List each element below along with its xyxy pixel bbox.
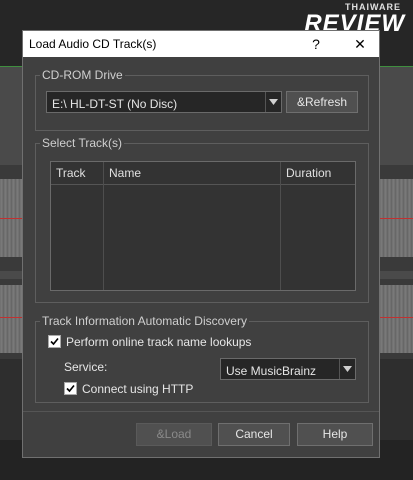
help-button[interactable]: Help bbox=[297, 423, 373, 446]
dialog-title: Load Audio CD Track(s) bbox=[29, 37, 157, 51]
close-icon[interactable]: ✕ bbox=[349, 34, 371, 54]
column-divider bbox=[280, 162, 281, 290]
cdrom-drive-value: E:\ HL-DT-ST (No Disc) bbox=[52, 97, 178, 111]
cdrom-drive-group-label: CD-ROM Drive bbox=[40, 68, 125, 82]
cdrom-drive-select[interactable]: E:\ HL-DT-ST (No Disc) bbox=[46, 91, 282, 113]
service-value: Use MusicBrainz bbox=[226, 364, 317, 378]
load-audio-cd-dialog: Load Audio CD Track(s) ? ✕ CD-ROM Drive … bbox=[22, 30, 380, 458]
service-label: Service: bbox=[64, 360, 108, 374]
discovery-group-label: Track Information Automatic Discovery bbox=[40, 314, 249, 328]
column-header-duration[interactable]: Duration bbox=[281, 162, 355, 184]
select-tracks-group-label: Select Track(s) bbox=[40, 136, 125, 150]
select-tracks-group: Select Track(s) Track Name Duration bbox=[35, 136, 369, 303]
tracks-listview[interactable]: Track Name Duration bbox=[50, 161, 356, 291]
online-lookup-checkbox[interactable] bbox=[48, 335, 61, 348]
load-button[interactable]: &Load bbox=[136, 423, 212, 446]
service-select[interactable]: Use MusicBrainz bbox=[220, 358, 356, 380]
refresh-button[interactable]: &Refresh bbox=[286, 91, 358, 113]
column-divider bbox=[103, 162, 104, 290]
discovery-group: Track Information Automatic Discovery Pe… bbox=[35, 314, 369, 403]
cancel-button[interactable]: Cancel bbox=[218, 423, 290, 446]
footer-separator bbox=[23, 411, 379, 412]
http-checkbox[interactable] bbox=[64, 382, 77, 395]
http-label[interactable]: Connect using HTTP bbox=[82, 382, 193, 396]
chevron-down-icon[interactable] bbox=[265, 92, 281, 112]
cdrom-drive-group: CD-ROM Drive E:\ HL-DT-ST (No Disc) &Ref… bbox=[35, 68, 369, 131]
help-icon[interactable]: ? bbox=[305, 34, 327, 54]
dialog-titlebar[interactable]: Load Audio CD Track(s) ? ✕ bbox=[23, 31, 379, 57]
column-header-track[interactable]: Track bbox=[51, 162, 103, 184]
tracks-listview-header: Track Name Duration bbox=[51, 162, 355, 185]
chevron-down-icon[interactable] bbox=[339, 359, 355, 379]
column-header-name[interactable]: Name bbox=[104, 162, 280, 184]
online-lookup-label[interactable]: Perform online track name lookups bbox=[66, 335, 251, 349]
